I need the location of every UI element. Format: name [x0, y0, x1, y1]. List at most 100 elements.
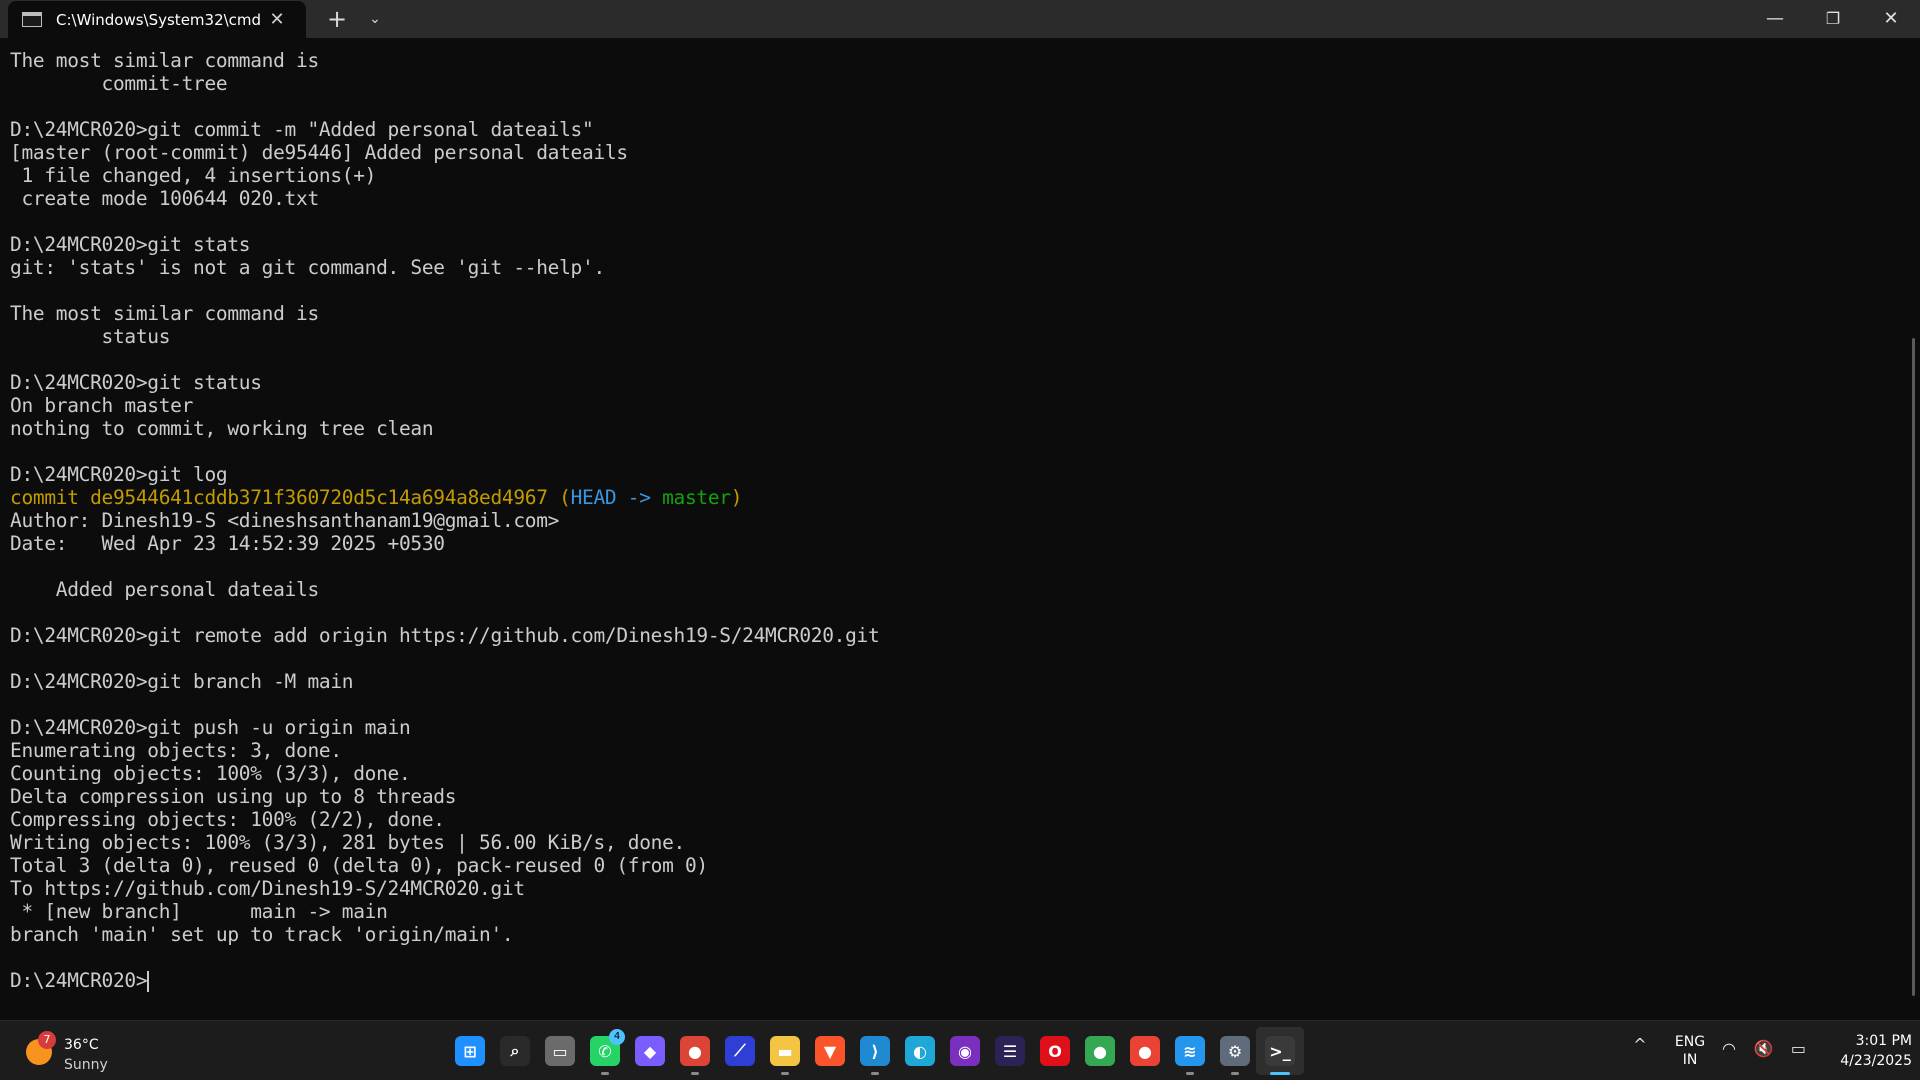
prompt-text: D:\24MCR020> — [10, 969, 148, 992]
task-view-icon: ▭ — [545, 1036, 575, 1066]
power-automate-icon: ⟋ — [725, 1036, 755, 1066]
tab-title: C:\Windows\System32\cmd.e — [56, 10, 262, 29]
terminal-line: The most similar command is — [10, 302, 319, 325]
edge-app[interactable]: ◐ — [896, 1027, 944, 1075]
chrome-profile-2-app[interactable]: ● — [1121, 1027, 1169, 1075]
temperature: 36°C — [64, 1037, 99, 1053]
running-indicator — [1270, 1072, 1290, 1075]
restore-button[interactable]: ❐ — [1804, 0, 1862, 38]
task-view-button[interactable]: ▭ — [536, 1027, 584, 1075]
scrollbar[interactable] — [1912, 338, 1915, 996]
tab-dropdown-button[interactable]: ⌄ — [360, 4, 390, 34]
search-button[interactable]: ⌕ — [491, 1027, 539, 1075]
terminal-line: Total 3 (delta 0), reused 0 (delta 0), p… — [10, 854, 708, 877]
terminal-line: [master (root-commit) de95446] Added per… — [10, 141, 628, 164]
edge-icon: ◐ — [905, 1036, 935, 1066]
language-indicator[interactable]: ENG IN — [1672, 1033, 1708, 1080]
terminal-line: Date: Wed Apr 23 14:52:39 2025 +0530 — [10, 532, 445, 555]
terminal-line: Writing objects: 100% (3/3), 281 bytes |… — [10, 831, 685, 854]
tab-cmd[interactable]: C:\Windows\System32\cmd.e ✕ — [8, 1, 306, 38]
tab-close-icon[interactable]: ✕ — [262, 9, 292, 30]
chrome-profile-app[interactable]: ● — [1076, 1027, 1124, 1075]
chrome-icon: ● — [1130, 1036, 1160, 1066]
show-hidden-icons-button[interactable]: ^ — [1630, 1035, 1650, 1080]
chrome-icon: ● — [680, 1036, 710, 1066]
github-desktop-app[interactable]: ◉ — [941, 1027, 989, 1075]
terminal-output[interactable]: The most similar command is commit-tree D… — [0, 38, 1906, 1020]
commit-branch: master — [662, 486, 731, 509]
brave-icon: ▼ — [815, 1036, 845, 1066]
prompt-line[interactable]: D:\24MCR020> — [10, 969, 1906, 992]
notification-badge: 4 — [609, 1029, 625, 1045]
running-indicator — [1231, 1072, 1239, 1075]
eclipse-icon: ☰ — [995, 1036, 1025, 1066]
text-cursor — [147, 971, 150, 992]
volume-muted-icon: 🔇 — [1753, 1039, 1774, 1058]
file-explorer-app[interactable]: ▬ — [761, 1027, 809, 1075]
terminal-line: D:\24MCR020>git status — [10, 371, 262, 394]
time: 3:01 PM — [1855, 1033, 1912, 1049]
github-icon: ◉ — [950, 1036, 980, 1066]
terminal-line: * [new branch] main -> main — [10, 900, 388, 923]
terminal-line: nothing to commit, working tree clean — [10, 417, 434, 440]
terminal-line: create mode 100644 020.txt — [10, 187, 319, 210]
copilot-app[interactable]: ◆ — [626, 1027, 674, 1075]
brave-app[interactable]: ▼ — [806, 1027, 854, 1075]
windows-icon: ⊞ — [455, 1036, 485, 1066]
wifi-icon: ◠ — [1722, 1039, 1736, 1058]
terminal-line: Counting objects: 100% (3/3), done. — [10, 762, 411, 785]
opera-icon: O — [1040, 1036, 1070, 1066]
weather-widget[interactable]: 7 36°C Sunny — [24, 1027, 144, 1075]
terminal-line: On branch master — [10, 394, 194, 417]
terminal-line: D:\24MCR020>git push -u origin main — [10, 716, 411, 739]
commit-head: HEAD -> — [570, 486, 663, 509]
terminal-line: D:\24MCR020>git stats — [10, 233, 251, 256]
terminal-line: Delta compression using up to 8 threads — [10, 785, 457, 808]
commit-prefix: commit de9544641cddb371f360720d5c14a694a… — [10, 486, 571, 509]
cmd-icon — [22, 12, 42, 27]
docker-icon: ≋ — [1175, 1036, 1205, 1066]
terminal-line: D:\24MCR020>git branch -M main — [10, 670, 354, 693]
weather-badge: 7 — [38, 1031, 56, 1049]
commit-suffix: ) — [730, 486, 743, 509]
powerautomate-app[interactable]: ⟋ — [716, 1027, 764, 1075]
terminal-lines: The most similar command is commit-tree D… — [10, 49, 1906, 969]
terminal-line: Enumerating objects: 3, done. — [10, 739, 342, 762]
running-indicator — [781, 1072, 789, 1075]
lang-bottom: IN — [1682, 1052, 1698, 1068]
vscode-app[interactable]: ⟩ — [851, 1027, 899, 1075]
new-tab-button[interactable]: + — [322, 4, 352, 34]
terminal-app[interactable]: >_ — [1256, 1027, 1304, 1075]
running-indicator — [601, 1072, 609, 1075]
close-button[interactable]: ✕ — [1862, 0, 1920, 38]
clock[interactable]: 3:01 PM 4/23/2025 — [1820, 1031, 1912, 1080]
terminal-line: To https://github.com/Dinesh19-S/24MCR02… — [10, 877, 525, 900]
weather-condition: Sunny — [64, 1057, 108, 1073]
eclipse-app[interactable]: ☰ — [986, 1027, 1034, 1075]
lang-top: ENG — [1674, 1034, 1706, 1050]
minimize-button[interactable]: — — [1746, 0, 1804, 38]
terminal-line: git: 'stats' is not a git command. See '… — [10, 256, 605, 279]
vscode-icon: ⟩ — [860, 1036, 890, 1066]
terminal-line: branch 'main' set up to track 'origin/ma… — [10, 923, 514, 946]
docker-app[interactable]: ≋ — [1166, 1027, 1214, 1075]
chrome-app[interactable]: ● — [671, 1027, 719, 1075]
taskbar: 7 36°C Sunny ⊞ ⌕ ▭ ✆ 4 ◆ ● ⟋ ▬ ▼ ⟩ ◐ ◉ ☰ O ● ● ≋ ⚙ >_ ^ ENG… — [0, 1020, 1920, 1080]
copilot-icon: ◆ — [635, 1036, 665, 1066]
whatsapp-app[interactable]: ✆ 4 — [581, 1027, 629, 1075]
start-button[interactable]: ⊞ — [446, 1027, 494, 1075]
opera-app[interactable]: O — [1031, 1027, 1079, 1075]
chrome-icon: ● — [1085, 1036, 1115, 1066]
quick-settings[interactable]: ◠ 🔇 ▭ — [1722, 1039, 1806, 1080]
battery-icon: ▭ — [1790, 1039, 1806, 1058]
title-bar: C:\Windows\System32\cmd.e ✕ + ⌄ — ❐ ✕ — [0, 0, 1920, 38]
settings-app[interactable]: ⚙ — [1211, 1027, 1259, 1075]
